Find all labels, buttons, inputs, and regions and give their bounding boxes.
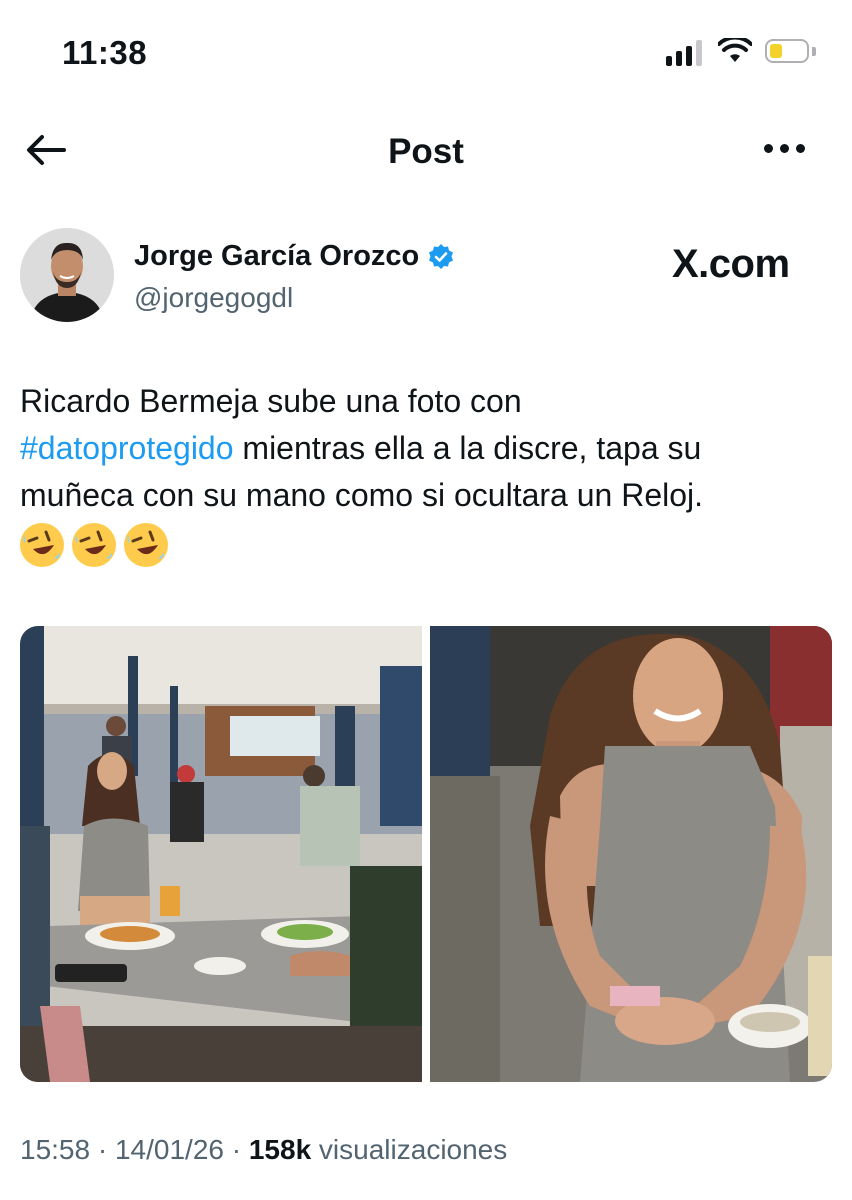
post-media (20, 626, 832, 1082)
emoji-row (20, 523, 832, 567)
status-bar: 11:38 (0, 0, 852, 100)
rolling-on-floor-laughing-emoji-icon (72, 523, 116, 567)
more-options-icon[interactable] (764, 144, 805, 153)
post-date: 14/01/26 (114, 1134, 224, 1165)
post-text-line-2: #datoprotegido mientras ella a la discre… (20, 425, 832, 472)
post-text-line-2-rest: mientras ella a la discre, tapa su (233, 430, 702, 466)
author-name-row[interactable]: Jorge García Orozco (134, 240, 455, 273)
battery-icon (765, 39, 809, 63)
verified-badge-icon (429, 243, 454, 269)
cellular-signal-icon (666, 40, 702, 66)
views-label: visualizaciones (311, 1134, 508, 1165)
restaurant-group-photo[interactable] (20, 626, 422, 1082)
wifi-icon (718, 38, 752, 62)
avatar[interactable] (20, 228, 114, 322)
page-title: Post (388, 132, 464, 171)
views-count[interactable]: 158k (249, 1134, 311, 1165)
source-watermark: X.com (672, 242, 790, 286)
author-name[interactable]: Jorge García Orozco (134, 240, 419, 273)
status-time: 11:38 (62, 34, 148, 71)
woman-closeup-photo[interactable] (430, 626, 832, 1082)
post-meta: 15:58 · 14/01/26 · 158k visualizaciones (20, 1134, 507, 1166)
post-text: Ricardo Bermeja sube una foto con #datop… (20, 378, 832, 567)
post-time: 15:58 (20, 1134, 91, 1165)
meta-separator: · (223, 1134, 249, 1165)
hashtag-link[interactable]: #datoprotegido (20, 430, 234, 466)
post-text-line-3: muñeca con su mano como si ocultara un R… (20, 477, 704, 513)
meta-separator: · (90, 1134, 115, 1165)
rolling-on-floor-laughing-emoji-icon (20, 523, 64, 567)
rolling-on-floor-laughing-emoji-icon (124, 523, 168, 567)
author-handle[interactable]: @jorgegogdl (134, 282, 293, 314)
post-text-line-1: Ricardo Bermeja sube una foto con (20, 383, 522, 419)
header: Post (0, 112, 852, 188)
battery-cap (812, 47, 816, 56)
